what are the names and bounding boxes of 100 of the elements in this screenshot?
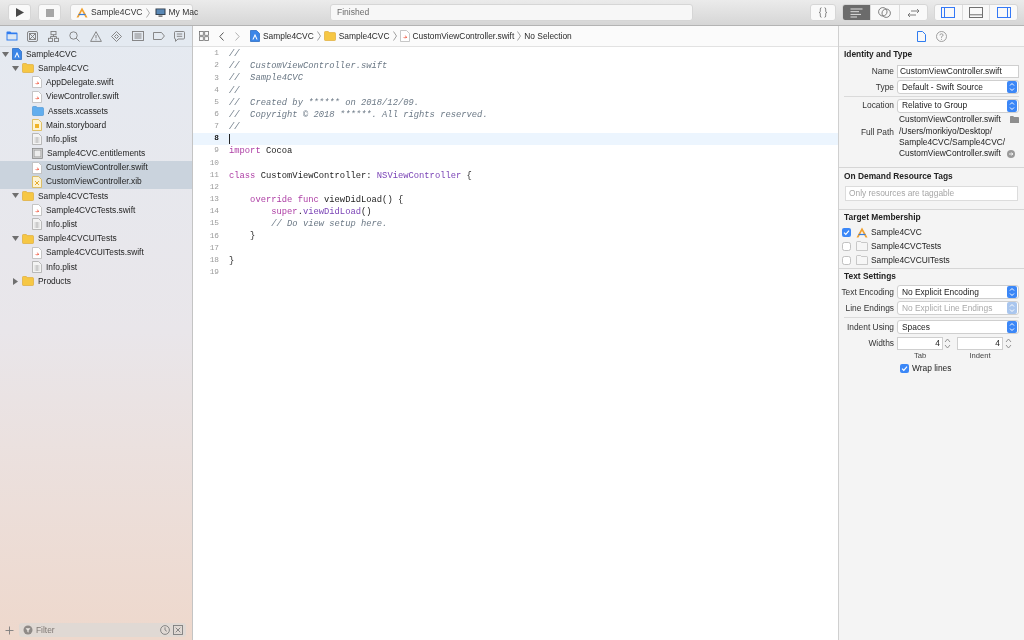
target-name: Sample4CVCTests <box>871 239 942 253</box>
back-button[interactable] <box>216 30 226 42</box>
forward-button[interactable] <box>232 30 242 42</box>
tag-icon <box>152 32 165 40</box>
breadcrumb-item[interactable]: Sample4CVC <box>250 29 314 43</box>
activity-status: Finished <box>330 4 693 21</box>
file-tree-item[interactable]: Main.storyboard <box>0 117 192 133</box>
editor-mode-button[interactable] <box>843 5 871 20</box>
popup-arrows-icon <box>1007 286 1017 298</box>
file-icon <box>32 204 42 217</box>
text-lines-icon <box>850 7 864 18</box>
popup-button[interactable]: Spaces <box>897 320 1019 334</box>
folder-icon[interactable] <box>1010 116 1019 123</box>
popup-arrows-icon <box>1007 81 1017 93</box>
section-title: Target Membership <box>843 211 922 225</box>
checkbox[interactable] <box>842 227 851 237</box>
help-icon <box>936 30 947 42</box>
breadcrumb-item[interactable]: No Selection <box>524 29 572 43</box>
indent-width-field[interactable]: 4 <box>957 336 1003 350</box>
folder-icon <box>22 276 34 287</box>
related-items-button[interactable] <box>198 30 210 42</box>
popup-button[interactable]: No Explicit Encoding <box>897 285 1019 299</box>
field-label: Text Encoding <box>840 285 895 299</box>
braces-button[interactable] <box>810 4 836 21</box>
stop-button[interactable] <box>38 4 61 21</box>
breadcrumb-item[interactable]: CustomViewController.swift <box>399 29 515 43</box>
popup-button[interactable]: Default - Swift Source <box>897 80 1019 94</box>
folder-icon <box>22 63 34 74</box>
file-tree-item[interactable]: Sample4CVCUITests.swift <box>0 245 192 260</box>
file-tree-item[interactable]: Sample4CVC <box>0 47 192 62</box>
tab-width-field[interactable]: 4 <box>897 336 943 350</box>
file-tree-item[interactable]: ViewController.swift <box>0 89 192 104</box>
disclosure-triangle-icon[interactable] <box>12 192 19 200</box>
file-tree-item[interactable]: Products <box>0 274 192 289</box>
file-tree-item[interactable]: Sample4CVC.entitlements <box>0 146 192 161</box>
section-title: Identity and Type <box>843 47 914 61</box>
list-icon <box>131 31 144 41</box>
monitor-icon <box>154 8 166 17</box>
file-tree-item[interactable]: CustomViewController.swift <box>0 160 192 175</box>
stop-icon <box>45 8 54 17</box>
file-icon <box>32 76 42 89</box>
file-icon <box>250 30 260 42</box>
run-destination[interactable]: My Mac <box>168 6 199 19</box>
chevron-icon <box>316 31 321 41</box>
plus-icon[interactable] <box>5 625 14 635</box>
code-line: class CustomViewController: NSViewController { <box>229 169 472 182</box>
checkbox[interactable] <box>842 255 851 265</box>
disclosure-triangle-icon[interactable] <box>2 50 9 58</box>
file-tree-item[interactable]: Sample4CVCTests.swift <box>0 203 192 218</box>
disclosure-triangle-icon[interactable] <box>12 277 19 285</box>
stepper-icon[interactable] <box>1005 336 1012 350</box>
inspector-tab[interactable] <box>915 29 928 43</box>
file-icon <box>12 48 22 61</box>
framed-square-icon <box>32 147 43 159</box>
disclosure-triangle-icon[interactable] <box>12 235 19 243</box>
chevron-left-icon <box>218 31 224 41</box>
file-tree-item[interactable]: Info.plist <box>0 259 192 274</box>
file-tree-item[interactable]: Sample4CVCTests <box>0 188 192 204</box>
file-tree-item[interactable]: AppDelegate.swift <box>0 75 192 90</box>
a-frame-icon <box>856 226 868 238</box>
arrow-circle-icon[interactable] <box>1007 149 1016 158</box>
field-label: Name <box>870 64 895 78</box>
disclosure-triangle-icon[interactable] <box>12 64 19 72</box>
code-line: // <box>229 84 240 97</box>
chevron-right-icon <box>234 31 240 41</box>
field-label: Type <box>874 80 895 94</box>
code-line: } <box>229 254 235 267</box>
hierarchy-icon <box>48 30 59 42</box>
left-sidebar-icon <box>941 7 956 18</box>
folder-icon <box>22 233 34 244</box>
speech-bubble-icon <box>174 30 185 42</box>
name-field[interactable]: CustomViewController.swift <box>897 64 1019 78</box>
inspector-tab[interactable] <box>935 29 948 43</box>
square-x-icon[interactable] <box>173 625 183 635</box>
checkbox[interactable] <box>900 363 909 373</box>
file-tree-item[interactable]: Sample4CVCUITests <box>0 231 192 246</box>
checkbox-label: Wrap lines <box>912 361 952 375</box>
braces-icon <box>818 7 828 18</box>
checkbox[interactable] <box>842 241 851 251</box>
field-label: Indent Using <box>845 320 895 334</box>
code-line: override func viewDidLoad() { <box>249 193 404 206</box>
clock-icon[interactable] <box>160 625 170 635</box>
code-line: // Do view setup here. <box>270 218 388 231</box>
field-label: Location <box>861 99 895 112</box>
stepper-icon[interactable] <box>944 336 951 350</box>
chevron-icon <box>517 31 522 41</box>
bottom-panel-icon <box>969 7 983 18</box>
file-tree-item[interactable]: Info.plist <box>0 217 192 232</box>
file-tree-item[interactable]: Assets.xcassets <box>0 103 192 118</box>
field-label: Full Path <box>859 126 895 139</box>
file-icon <box>399 30 410 42</box>
file-tree-item[interactable]: Info.plist <box>0 132 192 147</box>
scheme-name[interactable]: Sample4CVC <box>91 6 143 19</box>
file-tree-item[interactable]: Sample4CVC <box>0 61 192 76</box>
popup-arrows-icon <box>1007 302 1017 314</box>
popup-button[interactable]: Relative to Group <box>897 98 1019 113</box>
folder-icon <box>5 31 18 41</box>
run-button[interactable] <box>8 4 31 21</box>
chevron-icon <box>145 7 150 18</box>
breadcrumb-item[interactable]: Sample4CVC <box>323 29 390 43</box>
